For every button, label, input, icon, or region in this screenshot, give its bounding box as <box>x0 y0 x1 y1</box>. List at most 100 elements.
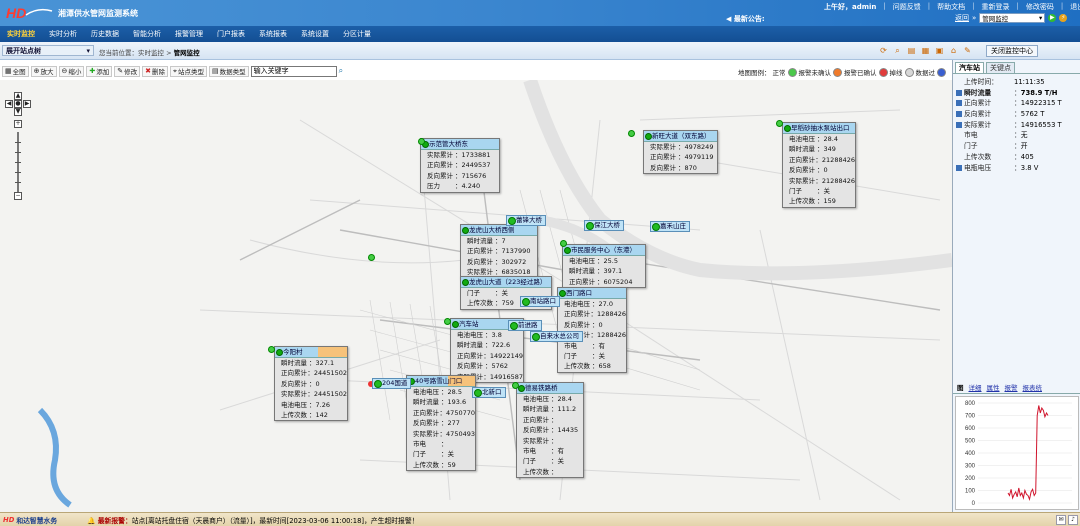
station-card-title: 早稻砂抽水泵站出口 <box>783 123 855 134</box>
station-icon: ⌖ <box>173 66 177 75</box>
station-label[interactable]: 保江大桥 <box>584 220 624 231</box>
station-card[interactable]: 今阳村 瞬时流量： 327.1 正向累计： 24451502 反向累计： 0 实际累计… <box>274 346 348 422</box>
nav-smart-analysis[interactable]: 智能分析 <box>126 26 168 42</box>
station-label[interactable]: 北新口 <box>472 387 506 398</box>
station-card-title: 今阳村 <box>275 347 347 358</box>
tab-alarms[interactable]: 报警 <box>1005 382 1018 393</box>
breadcrumb-current: 管网监控 <box>173 49 200 57</box>
station-label[interactable]: 蕾锋大桥 <box>506 215 546 226</box>
station-card-title: 40号路雪山门口 <box>407 376 475 387</box>
pan-left-icon[interactable]: ◀ <box>5 100 13 108</box>
station-label[interactable]: 嘉禾山庄 <box>650 221 690 232</box>
logout-link[interactable]: 退出系统 <box>1068 2 1080 12</box>
zoom-in-icon: ⊕ <box>33 67 40 75</box>
tab-chart[interactable]: 图 <box>957 382 964 393</box>
nav-system-report[interactable]: 系统报表 <box>252 26 294 42</box>
pan-down-icon[interactable]: ▼ <box>14 108 22 116</box>
nav-realtime-analysis[interactable]: 实时分析 <box>42 26 84 42</box>
keyword-input[interactable] <box>250 65 337 77</box>
document-icon[interactable]: ▤ <box>906 45 917 56</box>
power-icon[interactable]: ⚡ <box>1059 14 1068 22</box>
station-marker-icon[interactable] <box>628 130 635 137</box>
station-label[interactable]: 前进路 <box>508 320 542 331</box>
brand-logo: HD <box>6 5 53 21</box>
edit-button[interactable]: ✎ 修改 <box>114 65 141 77</box>
pan-up-icon[interactable]: ▲ <box>14 92 22 100</box>
tab-station[interactable]: 汽车站 <box>955 62 984 73</box>
search-icon[interactable]: ⌕ <box>339 66 343 76</box>
relogin-link[interactable]: 重新登录 <box>980 2 1012 12</box>
nav-realtime-monitor[interactable]: 实时监控 <box>0 26 42 42</box>
search-icon[interactable]: ⌕ <box>892 45 903 56</box>
station-marker-icon[interactable] <box>418 138 425 145</box>
pan-center-icon[interactable]: ● <box>14 100 22 108</box>
station-label[interactable]: 南站路口 <box>520 296 560 307</box>
station-card[interactable]: 德易铁路桥 电池电压： 28.4 瞬时流量： 111.2 正向累计： 反向累计： 14… <box>516 382 584 479</box>
zoom-in-icon[interactable]: + <box>14 120 22 128</box>
tab-detail[interactable]: 详细 <box>969 382 982 393</box>
sound-icon[interactable]: ♪ <box>1068 515 1078 525</box>
tree-icon[interactable]: ⌂ <box>948 45 959 56</box>
detail-tabs: 汽车站 关键点 <box>953 62 1080 74</box>
system-select[interactable]: 管网监控 ▾ <box>979 13 1046 23</box>
chart-tick-label: 600 <box>965 426 976 432</box>
station-card[interactable]: 40号路雪山门口 电池电压： 28.5 瞬时流量： 193.6 正向累计： 47507… <box>406 375 476 472</box>
station-marker-icon[interactable] <box>776 120 783 127</box>
station-label[interactable]: 204国道 <box>372 378 412 389</box>
system-switcher: 返回 » 管网监控 ▾ ▶ ⚡ <box>955 13 1068 23</box>
station-card-title: 示范管大桥东 <box>421 139 499 150</box>
bullet-icon <box>956 111 962 118</box>
tab-keypoint[interactable]: 关键点 <box>986 62 1015 73</box>
nav-history-data[interactable]: 历史数据 <box>84 26 126 42</box>
zoom-out-icon[interactable]: − <box>14 192 22 200</box>
station-card[interactable]: 市民服务中心（东港） 电池电压： 25.5 瞬时流量： 397.1 正向累计： 607… <box>562 244 646 289</box>
nav-zone-metering[interactable]: 分区计量 <box>336 26 378 42</box>
delete-button[interactable]: ✖ 删除 <box>142 65 168 77</box>
feedback-link[interactable]: 问题反馈 <box>891 2 923 12</box>
export-icon[interactable]: ▦ <box>920 45 931 56</box>
station-type-button[interactable]: ⌖ 站点类型 <box>170 65 207 77</box>
station-marker-icon[interactable] <box>560 240 567 247</box>
full-extent-button[interactable]: ▦ 全图 <box>2 65 29 77</box>
mail-icon[interactable]: ✉ <box>1056 515 1066 525</box>
nav-alarm-management[interactable]: 报警管理 <box>168 26 210 42</box>
monitor-center-button[interactable]: 关闭监控中心 <box>986 45 1038 57</box>
grid-icon[interactable]: ▣ <box>934 45 945 56</box>
data-icon: ▤ <box>211 67 219 75</box>
station-card[interactable]: 龙虎山大桥西侧 瞬时流量： 7 正向累计： 7137990 反向累计： 302972 … <box>460 224 538 279</box>
station-card[interactable]: 示范管大桥东 实际累计： 1733881 正向累计： 2449537 反向累计： 71… <box>420 138 500 193</box>
latest-alarm[interactable]: 🔔 最新报警：站点[离站托盘住宿（天晨商户）（流量）]，最新时间[2023-03… <box>87 515 418 525</box>
legend-data-over-icon <box>937 67 946 77</box>
settings-icon[interactable]: ✎ <box>962 45 973 56</box>
add-button[interactable]: ✚ 添加 <box>86 65 113 77</box>
return-link[interactable]: 返回 <box>955 13 969 23</box>
data-type-button[interactable]: ▤ 数据类型 <box>208 65 249 77</box>
tab-attributes[interactable]: 属性 <box>987 382 1000 393</box>
refresh-icon[interactable]: ⟳ <box>878 45 889 56</box>
station-marker-icon[interactable] <box>444 318 451 325</box>
flow-chart-svg: 0 100 200 300 400 500 600 700 800 <box>965 401 1072 507</box>
zoom-in-button[interactable]: ⊕ 放大 <box>30 65 57 77</box>
station-marker-icon[interactable] <box>368 254 375 261</box>
nav-portal-report[interactable]: 门户报表 <box>210 26 252 42</box>
delete-icon: ✖ <box>145 67 151 75</box>
zoom-out-button[interactable]: ⊖ 缩小 <box>58 65 85 77</box>
station-card[interactable]: 新旺大道（双东路） 实际累计： 4978249 正向累计： 4979119 反向累计… <box>643 130 718 175</box>
chevron-down-icon: ▾ <box>1039 14 1043 22</box>
station-marker-icon[interactable] <box>268 346 275 353</box>
chart-tick-label: 800 <box>965 401 976 407</box>
station-label[interactable]: 自来水总公司 <box>530 331 583 342</box>
pan-right-icon[interactable]: ▶ <box>23 100 31 108</box>
station-card[interactable]: 早稻砂抽水泵站出口 电池电压： 28.4 瞬时流量： 349 正向累计： 212884… <box>782 122 856 208</box>
station-tree-select[interactable]: 展开站点树 ▾ <box>2 45 94 56</box>
station-marker-icon[interactable] <box>512 382 519 389</box>
map-legend: 地图图例： 正常 报警未确认 报警已确认 掉线 数据过 <box>738 67 946 77</box>
nav-system-settings[interactable]: 系统设置 <box>294 26 336 42</box>
map-canvas[interactable]: ▲ ◀ ● ▶ ▼ + − 示范管大桥东 实际累计： 1733881 正向累计： 2… <box>0 80 952 512</box>
go-icon[interactable]: ▶ <box>1048 14 1057 22</box>
help-link[interactable]: 帮助文档 <box>935 2 967 12</box>
station-card[interactable]: 西门路口 电池电压：27.0 正向累计：1288426 反向累计：0 实际累计：… <box>557 287 627 373</box>
chart-tabs: 图 详细 属性 报警 报表统 <box>953 382 1080 394</box>
tab-report-stats[interactable]: 报表统 <box>1023 382 1043 393</box>
change-password-link[interactable]: 修改密码 <box>1024 2 1056 12</box>
